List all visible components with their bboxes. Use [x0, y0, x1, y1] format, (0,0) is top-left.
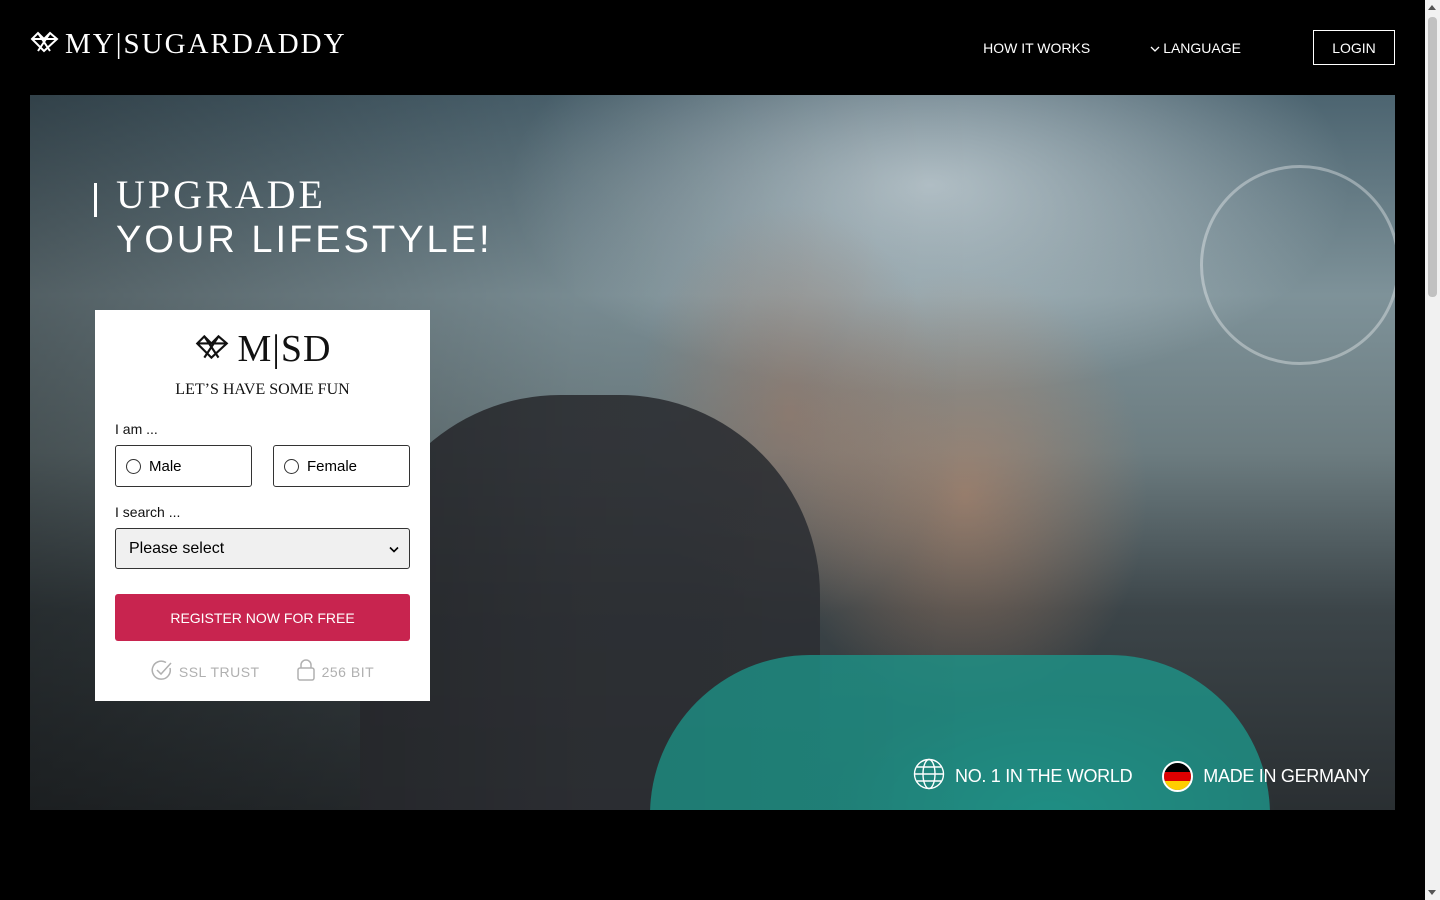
i-am-label: I am ...: [115, 421, 158, 437]
radio-female[interactable]: [284, 458, 299, 474]
hero-badges: NO. 1 IN THE WORLD MADE IN GERMANY: [913, 758, 1370, 795]
site-logo[interactable]: MY|SUGARDADDY: [30, 28, 347, 61]
nav-language[interactable]: LANGUAGE: [1150, 40, 1241, 56]
radio-male[interactable]: [126, 458, 141, 474]
globe-icon: [913, 758, 945, 795]
gender-female-option[interactable]: Female: [273, 445, 410, 487]
world-badge-label: NO. 1 IN THE WORLD: [955, 766, 1133, 786]
card-logo-text: M|SD: [237, 328, 332, 370]
germany-badge: MADE IN GERMANY: [1162, 761, 1370, 792]
page-scrollbar[interactable]: [1425, 0, 1440, 900]
nav-how-it-works[interactable]: HOW IT WORKS: [983, 40, 1090, 56]
register-button[interactable]: REGISTER NOW FOR FREE: [115, 594, 410, 641]
main-nav: HOW IT WORKS LANGUAGE LOGIN: [983, 30, 1395, 65]
logo-text: MY|SUGARDADDY: [65, 28, 347, 60]
bit-label: 256 BIT: [321, 663, 375, 680]
gender-female-label: Female: [307, 457, 358, 475]
hero-headline: UPGRADE YOUR LIFESTYLE!: [94, 172, 493, 263]
diamond-logo-icon: [194, 334, 230, 365]
check-circle-icon: [151, 659, 173, 684]
gender-radio-group: Male Female: [115, 445, 410, 487]
ssl-trust-badge: SSL TRUST: [151, 659, 260, 684]
i-search-label: I search ...: [115, 504, 181, 520]
trust-badges: SSL TRUST 256 BIT: [115, 659, 410, 684]
registration-card: M|SD LET’S HAVE SOME FUN I am ... Male F…: [95, 310, 430, 701]
world-badge: NO. 1 IN THE WORLD: [913, 758, 1133, 795]
diamond-logo-icon: [30, 31, 59, 58]
card-tagline: LET’S HAVE SOME FUN: [175, 381, 350, 398]
germany-flag-icon: [1162, 761, 1194, 792]
login-button[interactable]: LOGIN: [1313, 30, 1395, 65]
bit-badge: 256 BIT: [296, 659, 375, 684]
gender-male-label: Male: [149, 457, 182, 475]
scroll-down-arrow[interactable]: [1428, 890, 1436, 895]
search-select[interactable]: Please select: [115, 528, 410, 569]
search-select-value: Please select: [129, 539, 225, 557]
scroll-thumb[interactable]: [1428, 17, 1437, 297]
chevron-down-icon: [1150, 40, 1160, 56]
hero-banner: UPGRADE YOUR LIFESTYLE! M|SD LET’S HAVE …: [30, 95, 1395, 810]
scroll-up-arrow[interactable]: [1428, 5, 1436, 10]
ssl-trust-label: SSL TRUST: [178, 663, 260, 680]
lock-icon: [296, 659, 316, 684]
germany-badge-label: MADE IN GERMANY: [1203, 766, 1370, 786]
card-logo: M|SD: [115, 327, 410, 371]
gender-male-option[interactable]: Male: [115, 445, 252, 487]
headline-line2: YOUR LIFESTYLE!: [116, 219, 493, 261]
site-header: MY|SUGARDADDY HOW IT WORKS LANGUAGE LOGI…: [0, 0, 1425, 95]
nav-language-label: LANGUAGE: [1163, 39, 1241, 56]
chevron-down-icon: [389, 540, 399, 558]
headline-line1: UPGRADE: [116, 172, 326, 217]
